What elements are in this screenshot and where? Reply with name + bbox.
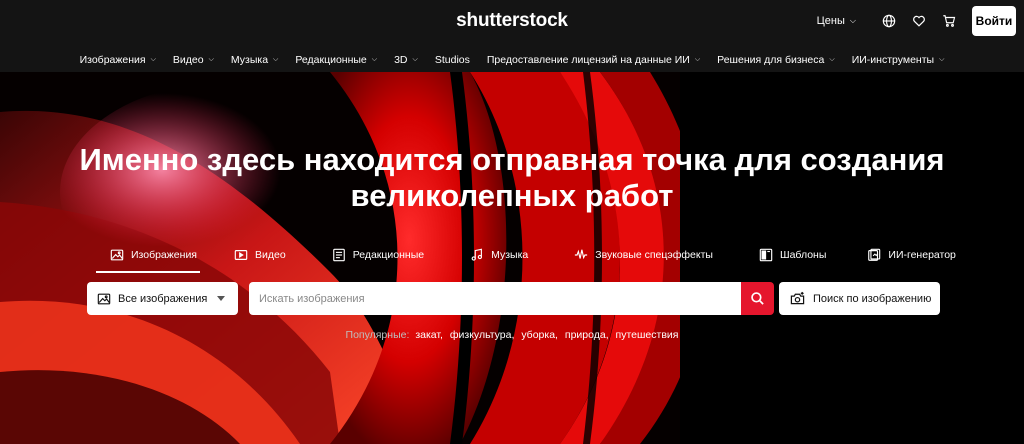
popular-label: Популярные:: [345, 329, 410, 341]
chevron-down-icon: ⌵: [849, 16, 856, 25]
nav-item-music[interactable]: Музыка ⌵: [222, 54, 286, 66]
chevron-down-icon: ⌵: [829, 56, 835, 63]
search-button[interactable]: [741, 282, 774, 315]
image-icon: [110, 249, 124, 261]
separator: ,: [440, 329, 443, 341]
nav-item-video[interactable]: Видео ⌵: [164, 54, 222, 66]
nav-item-studios[interactable]: Studios: [426, 54, 478, 66]
popular-searches: Популярные: закат, физкультура, уборка, …: [0, 329, 1024, 341]
popular-term[interactable]: физкультура: [450, 329, 512, 341]
media-type-tabs: Изображения Видео Редакционные Музыка Зв…: [96, 244, 956, 273]
tab-label: Шаблоны: [779, 249, 827, 261]
header-actions: Цены ⌵ Войти: [817, 6, 1016, 36]
nav-item-ai-data-licensing[interactable]: Предоставление лицензий на данные ИИ ⌵: [478, 54, 708, 66]
video-icon: [234, 250, 248, 260]
nav-item-images[interactable]: Изображения ⌵: [71, 54, 164, 66]
nav-label: Музыка: [230, 54, 269, 66]
chevron-down-icon: ⌵: [694, 56, 701, 63]
search-by-image-button[interactable]: Поиск по изображению: [779, 282, 940, 315]
globe-icon[interactable]: [874, 6, 904, 36]
template-icon: [759, 248, 773, 262]
nav-label: Предоставление лицензий на данные ИИ: [486, 54, 690, 66]
login-button[interactable]: Войти: [972, 6, 1016, 36]
nav-label: ИИ-инструменты: [851, 54, 935, 66]
nav-label: Редакционные: [295, 54, 367, 66]
top-bar: shutterstock Цены ⌵ Войти Изображения ⌵ В…: [0, 0, 1024, 72]
ai-generator-icon: [868, 248, 881, 261]
hero-section: Именно здесь находится отправная точка д…: [0, 72, 1024, 444]
nav-label: 3D: [394, 54, 408, 66]
pricing-menu[interactable]: Цены ⌵: [817, 15, 856, 27]
tab-music[interactable]: Музыка: [470, 244, 528, 266]
separator: ,: [605, 329, 609, 341]
separator: ,: [555, 329, 558, 341]
image-icon: [97, 293, 111, 304]
chevron-down-icon: ⌵: [273, 56, 279, 63]
tab-ai-generator[interactable]: ИИ-генератор: [867, 244, 956, 266]
heart-icon[interactable]: [904, 6, 934, 36]
tab-label: Музыка: [491, 249, 529, 261]
chevron-down-icon: ⌵: [412, 56, 418, 63]
camera-plus-icon: [790, 291, 805, 305]
nav-item-ai-tools[interactable]: ИИ-инструменты ⌵: [843, 54, 953, 66]
asset-type-select[interactable]: Все изображения: [87, 282, 238, 315]
search-by-image-label: Поиск по изображению: [813, 292, 932, 305]
popular-term[interactable]: природа: [565, 329, 606, 341]
tab-label: Звуковые спецэффекты: [595, 249, 713, 261]
nav-label: Studios: [434, 54, 470, 66]
popular-term[interactable]: уборка: [521, 329, 555, 341]
soundwave-icon: [575, 249, 588, 260]
search-icon: [751, 292, 764, 305]
separator: ,: [511, 329, 515, 341]
popular-term[interactable]: закат: [415, 329, 440, 341]
nav-label: Решения для бизнеса: [717, 54, 825, 66]
main-nav: Изображения ⌵ Видео ⌵ Музыка ⌵ Редакционные…: [0, 50, 1024, 70]
tab-label: Изображения: [131, 249, 197, 261]
tab-editorial[interactable]: Редакционные: [332, 244, 424, 266]
pricing-label: Цены: [816, 15, 845, 27]
music-note-icon: [471, 248, 483, 261]
tab-label: Видео: [255, 249, 286, 261]
chevron-down-icon: ⌵: [208, 56, 214, 63]
cart-icon[interactable]: [934, 6, 964, 36]
tab-label: ИИ-генератор: [888, 249, 956, 261]
chevron-down-icon: ⌵: [939, 56, 945, 63]
article-icon: [332, 248, 345, 262]
caret-down-icon: [217, 296, 225, 301]
tab-templates[interactable]: Шаблоны: [759, 244, 826, 266]
search-bar: Все изображения Поиск по изображению: [87, 282, 940, 315]
chevron-down-icon: ⌵: [150, 56, 156, 63]
popular-term[interactable]: путешествия: [616, 329, 679, 341]
tab-images[interactable]: Изображения: [96, 244, 200, 273]
nav-label: Изображения: [79, 54, 146, 66]
nav-label: Видео: [172, 54, 204, 66]
tab-sound-effects[interactable]: Звуковые спецэффекты: [574, 244, 713, 266]
search-input[interactable]: [249, 282, 741, 315]
headline-line-1: Именно здесь находится отправная точка д…: [79, 142, 945, 177]
asset-type-value: Все изображения: [118, 292, 208, 305]
tab-label: Редакционные: [352, 249, 425, 261]
hero-headline: Именно здесь находится отправная точка д…: [0, 142, 1024, 214]
chevron-down-icon: ⌵: [371, 56, 378, 63]
nav-item-3d[interactable]: 3D ⌵: [386, 54, 427, 66]
nav-item-business[interactable]: Решения для бизнеса ⌵: [709, 54, 844, 66]
nav-item-editorial[interactable]: Редакционные ⌵: [287, 54, 386, 66]
tab-video[interactable]: Видео: [234, 244, 286, 266]
headline-line-2: великолепных работ: [350, 178, 674, 213]
